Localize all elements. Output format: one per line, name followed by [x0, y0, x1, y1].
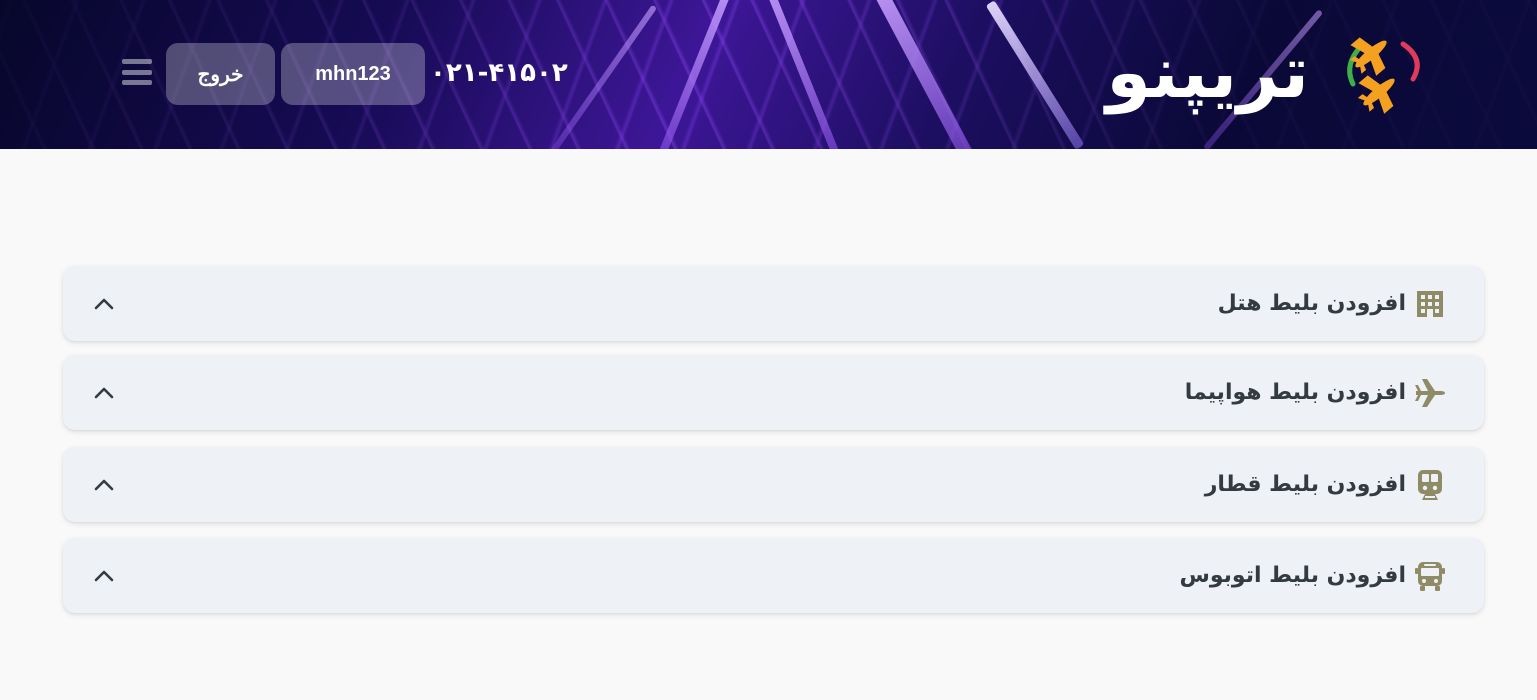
accordion-title: افزودن بلیط هتل: [1217, 291, 1406, 316]
accordion-bus[interactable]: افزودن بلیط اتوبوس: [63, 538, 1484, 613]
bus-icon: [1414, 560, 1446, 592]
header-decoration: [873, 0, 981, 149]
hamburger-menu-icon[interactable]: [122, 59, 152, 85]
header-decoration: [985, 0, 1085, 149]
header: تریپنو ۰۲۱-۴۱۵۰۲ mhn123 خروج: [0, 0, 1537, 149]
brand-logo[interactable]: تریپنو: [1106, 22, 1429, 122]
header-decoration: [764, 0, 844, 149]
logout-button[interactable]: خروج: [166, 43, 275, 105]
accordion-hotel[interactable]: افزودن بلیط هتل: [63, 266, 1484, 341]
chevron-up-icon[interactable]: [93, 297, 115, 311]
accordion-airplane[interactable]: افزودن بلیط هواپیما: [63, 355, 1484, 430]
user-account-button[interactable]: mhn123: [281, 43, 425, 105]
chevron-up-icon[interactable]: [93, 386, 115, 400]
chevron-up-icon[interactable]: [93, 569, 115, 583]
accordion-title: افزودن بلیط هواپیما: [1184, 380, 1406, 405]
train-icon: [1414, 469, 1446, 501]
airplanes-logo-icon: [1333, 24, 1429, 120]
chevron-up-icon[interactable]: [93, 478, 115, 492]
airplane-icon: [1414, 377, 1446, 409]
accordion-title: افزودن بلیط اتوبوس: [1179, 563, 1406, 588]
accordion-title: افزودن بلیط قطار: [1204, 472, 1406, 497]
accordion-train[interactable]: افزودن بلیط قطار: [63, 447, 1484, 522]
header-decoration: [654, 0, 734, 149]
brand-name: تریپنو: [1106, 30, 1309, 114]
hotel-icon: [1414, 288, 1446, 320]
support-phone: ۰۲۱-۴۱۵۰۲: [430, 58, 568, 88]
